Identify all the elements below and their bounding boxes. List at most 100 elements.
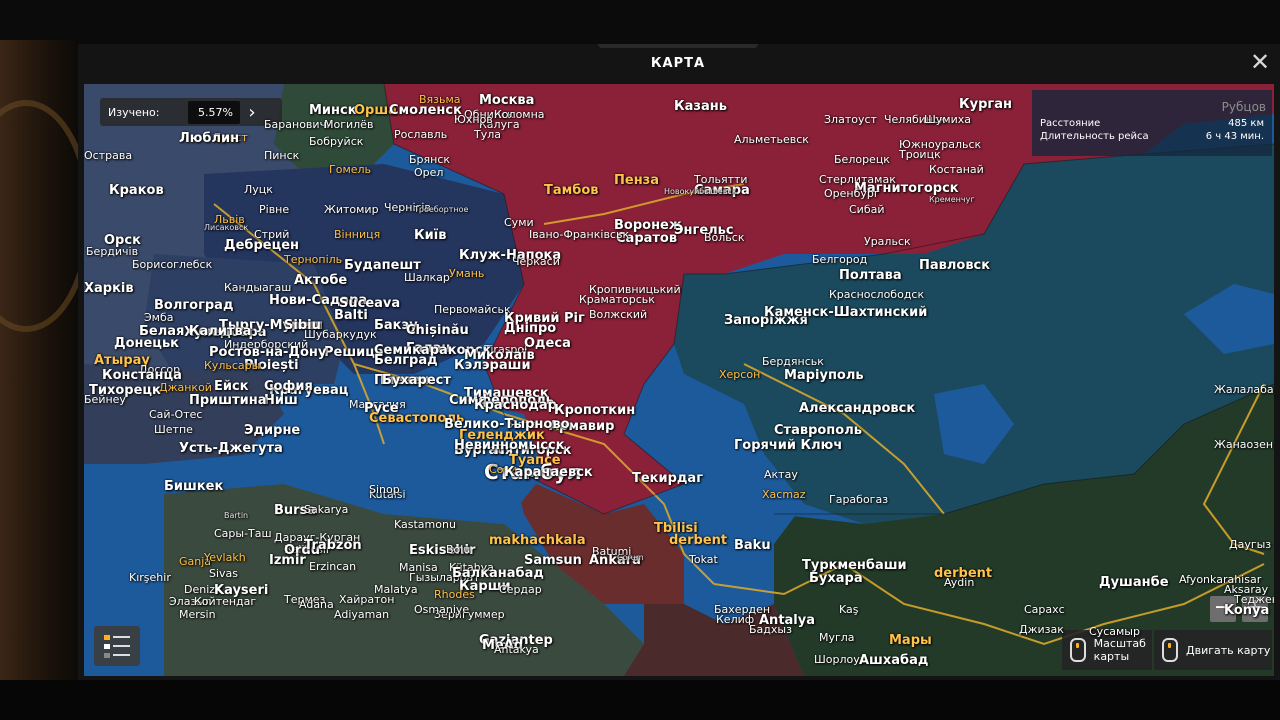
map-label: Текирдаг	[632, 471, 703, 486]
map-label: Курган	[959, 97, 1012, 112]
map-label: Белград	[374, 353, 438, 368]
world-map[interactable]: Изучено: 5.57% › Рубцов Расстояние 485 к…	[84, 84, 1274, 676]
map-label: Yevlakh	[204, 551, 246, 564]
map-label: Муглa	[819, 631, 855, 644]
map-label: Пинск	[264, 149, 300, 162]
map-label: Донецьк	[114, 336, 179, 351]
map-label: Жалалабат	[1214, 383, 1274, 396]
map-label: Шумиха	[924, 113, 971, 126]
map-label: Троицк	[899, 148, 941, 161]
mouse-drag-icon	[1162, 638, 1178, 662]
map-label: Брянск	[409, 153, 451, 166]
map-window: КАРТА ✕ Изучено: 5.57% › Рубцов Расстоян…	[78, 44, 1280, 680]
map-label: Сердар	[499, 583, 542, 596]
map-label: Белорецк	[834, 153, 890, 166]
map-label: Baku	[734, 538, 771, 553]
map-label: Рівне	[259, 203, 290, 216]
map-label: Шубаркудук	[304, 328, 377, 341]
background-bottom	[0, 680, 1280, 720]
map-label: Ашхабад	[859, 653, 929, 668]
map-label: Trabzon	[304, 538, 362, 553]
map-label: Александровск	[799, 401, 916, 416]
map-label: Троебортное	[414, 205, 469, 214]
map-label: Кульсары	[204, 359, 261, 372]
map-label: Tokat	[689, 553, 718, 566]
map-label: Казань	[674, 99, 727, 114]
map-label: Бухара	[809, 571, 863, 586]
map-label: Коломна	[494, 108, 545, 121]
map-label: Вязьма	[419, 93, 461, 106]
chevron-right-icon[interactable]: ›	[240, 102, 264, 123]
window-title: КАРТА	[598, 44, 758, 82]
map-label: Bartin	[224, 511, 249, 520]
route-info-panel: Рубцов Расстояние 485 км Длительность ре…	[1032, 90, 1272, 156]
map-label: Osmaniye	[414, 603, 470, 616]
map-label: Izmir	[269, 553, 306, 568]
map-label: Бобруйск	[309, 135, 364, 148]
explored-value: 5.57%	[188, 100, 240, 124]
map-label: Гомель	[329, 163, 372, 176]
map-label: Мары	[889, 633, 932, 648]
map-label: Сарахс	[1024, 603, 1065, 616]
map-label: Бердичів	[86, 245, 139, 258]
map-label: Adana	[299, 598, 334, 611]
map-label: Горячий Ключ	[734, 438, 843, 453]
map-label: Antakya	[494, 643, 539, 656]
map-label: Джанкой	[159, 381, 212, 394]
map-label: Люблин	[179, 131, 240, 146]
map-label: Bolu	[446, 543, 471, 556]
close-icon[interactable]: ✕	[1248, 50, 1272, 74]
route-destination: Рубцов	[1221, 100, 1266, 114]
map-label: derbent	[669, 533, 728, 548]
move-hint: Двигать карту	[1154, 630, 1272, 670]
map-label: Бишкек	[164, 479, 224, 494]
map-label: Хайратон	[339, 593, 395, 606]
map-label: Івано-Франківськ	[529, 228, 630, 241]
map-label: Борисоглебск	[132, 258, 213, 271]
map-label: Луцк	[244, 183, 273, 196]
map-label: Орел	[414, 166, 444, 179]
map-label: Краматорськ	[579, 293, 655, 306]
map-label: Ставрополь	[774, 423, 862, 438]
map-label: Тернопіль	[284, 253, 343, 266]
map-label: Первомайськ	[434, 303, 511, 316]
legend-icon[interactable]	[94, 626, 140, 666]
map-label: Çorum	[617, 553, 644, 562]
map-label: Дніпро	[504, 321, 557, 336]
map-label: Джизак	[1019, 623, 1064, 636]
map-label: Юхнов	[454, 113, 493, 126]
map-label: Койтендаг	[194, 595, 257, 608]
distance-value: 485 км	[1228, 118, 1264, 129]
map-label: Уральск	[864, 235, 911, 248]
map-label: Волжский	[589, 308, 648, 321]
map-label: Сай-Отес	[149, 408, 203, 421]
map-label: Київ	[414, 228, 447, 243]
map-label: Ниш	[264, 393, 298, 408]
map-label: Жанаозен	[1214, 438, 1274, 451]
map-label: makhachkala	[489, 533, 586, 548]
map-label: Актобе	[294, 273, 348, 288]
map-label: Erzincan	[309, 560, 357, 573]
map-label: Эмба	[144, 311, 174, 324]
map-label: Приштина	[189, 393, 267, 408]
map-label: Оренбург	[824, 187, 880, 200]
map-label: Кэлэраши	[454, 358, 531, 373]
map-label: Sinop	[369, 483, 400, 496]
map-label: Rhodes	[434, 588, 475, 601]
map-label: Adiyaman	[334, 608, 390, 621]
map-label: Теджен	[1234, 593, 1274, 606]
map-label: Черкаси	[512, 255, 560, 268]
duration-label: Длительность рейса	[1040, 131, 1149, 142]
map-label: Альметьевск	[734, 133, 809, 146]
map-label: Златоуст	[824, 113, 877, 126]
map-label: Вінниця	[334, 228, 381, 241]
map-label: Москва	[479, 93, 535, 108]
map-label: Дебрецен	[224, 238, 300, 253]
duration-value: 6 ч 43 мин.	[1205, 131, 1264, 142]
map-label: Aydin	[944, 576, 975, 589]
map-label: Невинномысск	[454, 438, 565, 453]
map-label: Лисаковск	[204, 223, 249, 232]
scale-hint-label: Масштаб карты	[1093, 637, 1146, 663]
map-label: Бухарест	[382, 373, 451, 388]
map-label: Новокуйбышевск	[664, 187, 737, 196]
